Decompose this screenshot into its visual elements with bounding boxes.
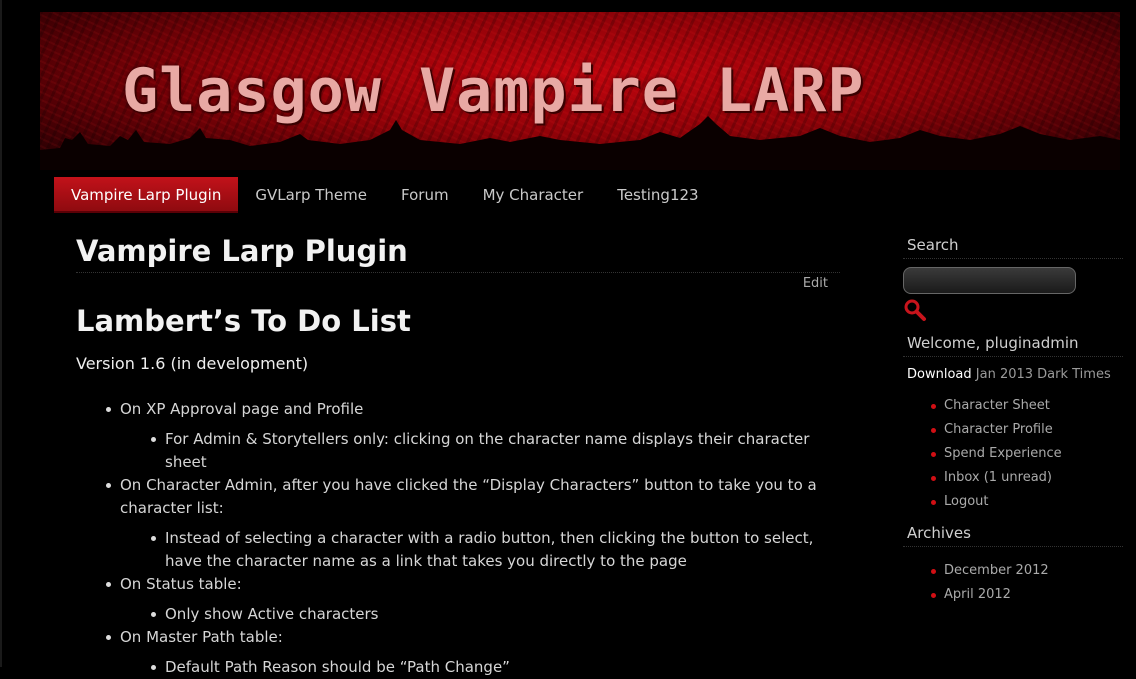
- search-input[interactable]: [903, 267, 1076, 294]
- sidebar-link-character-profile[interactable]: Character Profile: [903, 418, 1123, 442]
- nav-item-vampire-larp-plugin[interactable]: Vampire Larp Plugin: [54, 177, 239, 213]
- archive-link-december-2012[interactable]: December 2012: [903, 559, 1123, 583]
- welcome-widget: Welcome, pluginadmin Download Jan 2013 D…: [903, 334, 1123, 514]
- archive-links: December 2012 April 2012: [903, 559, 1123, 607]
- edit-link[interactable]: Edit: [803, 276, 828, 291]
- bullet-icon: [106, 407, 111, 412]
- bullet-icon: [151, 612, 156, 617]
- sub-list-item-text: For Admin & Storytellers only: clicking …: [165, 430, 810, 471]
- sidebar-link-spend-experience[interactable]: Spend Experience: [903, 442, 1123, 466]
- search-widget-title: Search: [903, 236, 1123, 259]
- sub-list-item-text: Only show Active characters: [165, 605, 379, 623]
- main-content: Vampire Larp Plugin Edit Lambert’s To Do…: [76, 228, 840, 676]
- bullet-icon: [106, 635, 111, 640]
- bullet-icon: [151, 536, 156, 541]
- download-line: Download Jan 2013 Dark Times: [903, 357, 1123, 382]
- archive-link-april-2012[interactable]: April 2012: [903, 583, 1123, 607]
- page-title: Vampire Larp Plugin: [76, 228, 840, 273]
- list-item-text: On Master Path table:: [120, 628, 283, 646]
- list-item: On Character Admin, after you have click…: [76, 474, 840, 520]
- download-detail-link[interactable]: Jan 2013 Dark Times: [976, 367, 1111, 382]
- sub-list-item-text: Default Path Reason should be “Path Chan…: [165, 658, 510, 676]
- sub-list-item: Only show Active characters: [76, 603, 840, 626]
- list-item-text: On XP Approval page and Profile: [120, 400, 364, 418]
- list-item-text: On Character Admin, after you have click…: [120, 476, 817, 517]
- todo-list: On XP Approval page and Profile For Admi…: [76, 398, 840, 679]
- nav-item-testing123[interactable]: Testing123: [600, 177, 715, 213]
- archives-widget-title: Archives: [903, 524, 1123, 547]
- nav-item-forum[interactable]: Forum: [384, 177, 466, 213]
- bullet-icon: [151, 665, 156, 670]
- download-link[interactable]: Download: [907, 367, 972, 382]
- nav-item-my-character[interactable]: My Character: [466, 177, 601, 213]
- sidebar: Search Welcome, pluginadmin Download Jan…: [903, 236, 1123, 607]
- list-item: On Status table:: [76, 573, 840, 596]
- archives-widget: Archives December 2012 April 2012: [903, 524, 1123, 607]
- list-item: On Master Path table:: [76, 626, 840, 649]
- sidebar-link-inbox[interactable]: Inbox (1 unread): [903, 466, 1123, 490]
- list-item-text: On Status table:: [120, 575, 242, 593]
- list-item: On XP Approval page and Profile: [76, 398, 840, 421]
- character-links: Character Sheet Character Profile Spend …: [903, 394, 1123, 514]
- nav-item-gvlarp-theme[interactable]: GVLarp Theme: [238, 177, 384, 213]
- bullet-icon: [106, 582, 111, 587]
- welcome-widget-title: Welcome, pluginadmin: [903, 334, 1123, 357]
- sidebar-link-character-sheet[interactable]: Character Sheet: [903, 394, 1123, 418]
- site-title: Glasgow Vampire LARP: [122, 56, 865, 126]
- sidebar-link-logout[interactable]: Logout: [903, 490, 1123, 514]
- sub-list-item: Default Path Reason should be “Path Chan…: [76, 656, 840, 679]
- magnifier-icon[interactable]: [903, 298, 927, 322]
- sub-list-item: Instead of selecting a character with a …: [76, 527, 840, 573]
- site-banner[interactable]: Glasgow Vampire LARP: [40, 12, 1120, 170]
- sub-list-item-text: Instead of selecting a character with a …: [165, 529, 814, 570]
- sub-list-item: For Admin & Storytellers only: clicking …: [76, 428, 840, 474]
- bullet-icon: [151, 437, 156, 442]
- main-nav: Vampire Larp Plugin GVLarp Theme Forum M…: [54, 177, 716, 213]
- version-heading: Version 1.6 (in development): [76, 354, 309, 373]
- post-title: Lambert’s To Do List: [76, 304, 411, 338]
- bullet-icon: [106, 483, 111, 488]
